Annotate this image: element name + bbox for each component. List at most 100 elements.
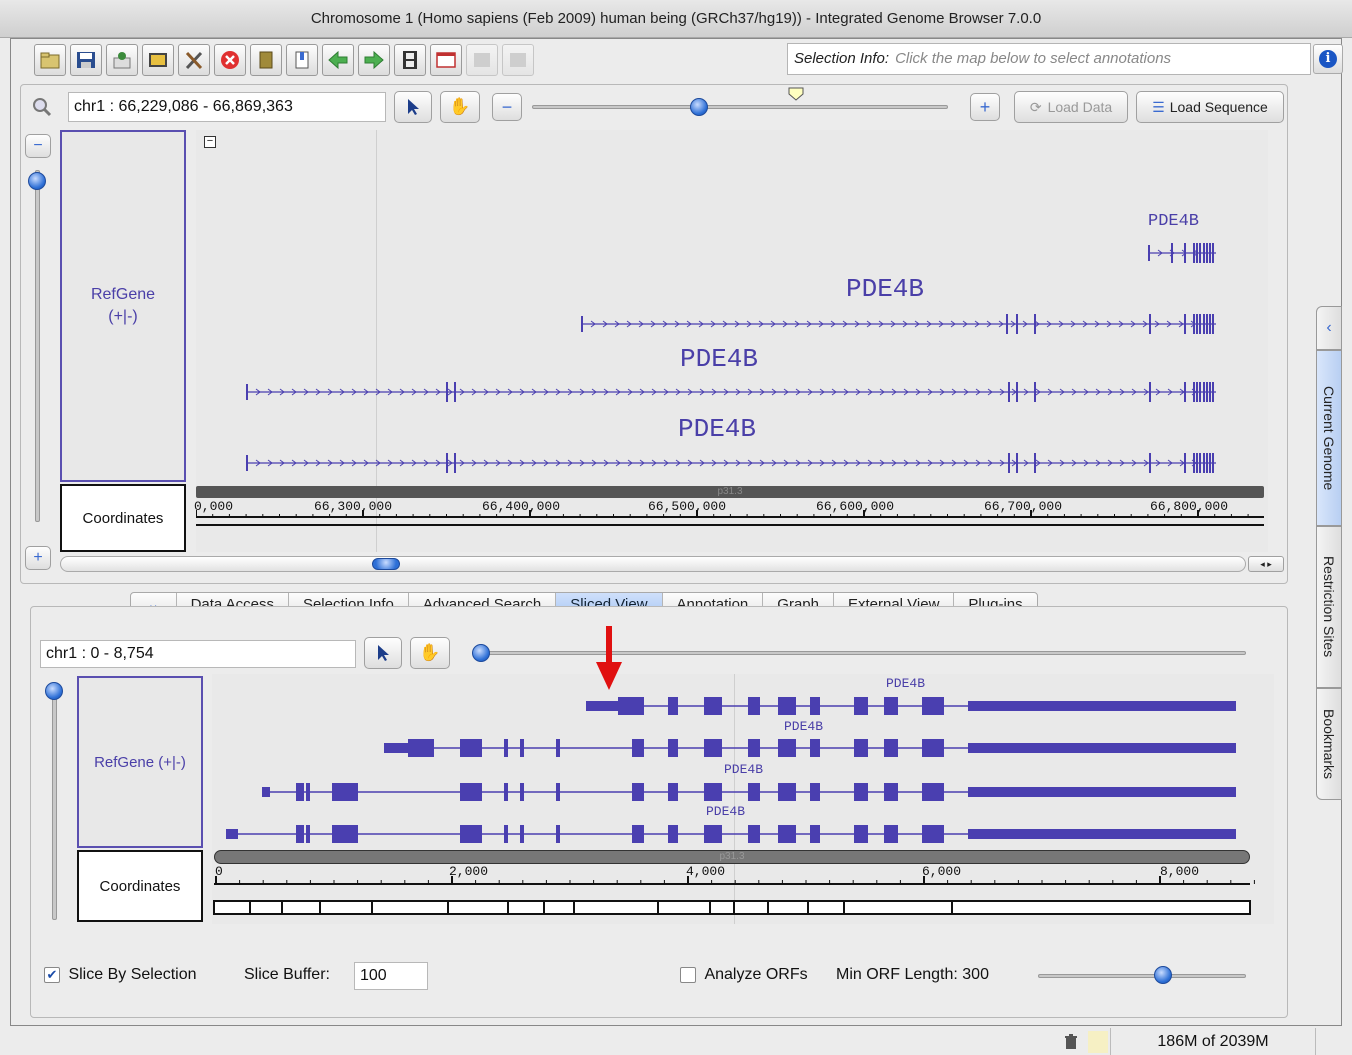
exon bbox=[1209, 243, 1211, 263]
load-data-label: Load Data bbox=[1047, 99, 1113, 115]
slice-by-selection-checkbox[interactable]: ✔ Slice By Selection bbox=[44, 966, 197, 984]
vertical-zoom-track[interactable] bbox=[35, 170, 40, 522]
sliced-vertical-zoom-knob[interactable] bbox=[45, 682, 63, 700]
exon bbox=[520, 783, 524, 801]
location-input[interactable]: chr1 : 66,229,086 - 66,869,363 bbox=[68, 92, 386, 122]
selection-info-label: Selection Info: bbox=[794, 50, 890, 67]
search-icon[interactable] bbox=[26, 92, 58, 122]
tick-label: 66,300,000 bbox=[314, 499, 393, 514]
tools-icon[interactable] bbox=[178, 44, 210, 76]
zoom-slider-track[interactable] bbox=[532, 105, 948, 109]
gene-label[interactable]: PDE4B bbox=[724, 762, 763, 777]
load-data-button[interactable]: ⟳ Load Data bbox=[1014, 91, 1128, 123]
stop-icon[interactable] bbox=[214, 44, 246, 76]
side-tab-current-genome[interactable]: Current Genome bbox=[1316, 350, 1342, 526]
horizontal-scrollbar[interactable] bbox=[60, 556, 1246, 572]
image-icon[interactable] bbox=[142, 44, 174, 76]
save-icon[interactable] bbox=[70, 44, 102, 76]
exon bbox=[460, 783, 482, 801]
exon bbox=[1212, 243, 1214, 263]
info-button[interactable]: i bbox=[1313, 44, 1343, 74]
exon bbox=[1203, 243, 1205, 263]
pan-tool-button[interactable]: ✋ bbox=[440, 91, 480, 123]
exon bbox=[1206, 382, 1208, 402]
zoom-out-button[interactable]: − bbox=[492, 93, 522, 121]
gene-label[interactable]: PDE4B bbox=[886, 676, 925, 691]
window-icon[interactable] bbox=[430, 44, 462, 76]
movie-icon[interactable] bbox=[394, 44, 426, 76]
bookmark-edit-icon[interactable] bbox=[286, 44, 318, 76]
vertical-zoom-out-button[interactable]: − bbox=[25, 134, 51, 158]
genome-view[interactable]: − PDE4B PDE4B PDE4B PDE4B p31.3 0,000 66… bbox=[194, 130, 1268, 552]
exon bbox=[296, 783, 304, 801]
disabled-icon[interactable] bbox=[502, 44, 534, 76]
exon bbox=[1016, 314, 1018, 334]
memory-status: 186M of 2039M bbox=[1110, 1028, 1316, 1055]
sliced-zoom-track[interactable] bbox=[472, 651, 1246, 655]
back-icon[interactable] bbox=[322, 44, 354, 76]
sliced-zoom-knob[interactable] bbox=[472, 644, 490, 662]
side-tab-bookmarks[interactable]: Bookmarks bbox=[1316, 688, 1342, 800]
gene-label[interactable]: PDE4B bbox=[784, 719, 823, 734]
exon bbox=[1184, 243, 1186, 263]
exon bbox=[454, 382, 456, 402]
trash-icon[interactable] bbox=[1058, 1031, 1084, 1053]
exon bbox=[854, 783, 868, 801]
orf-slider-track[interactable] bbox=[1038, 974, 1246, 978]
gene-label[interactable]: PDE4B bbox=[846, 274, 924, 304]
tick-label: 66,500,000 bbox=[648, 499, 727, 514]
exon bbox=[810, 697, 820, 715]
sliced-vertical-zoom-track[interactable] bbox=[52, 690, 57, 920]
exon bbox=[748, 825, 760, 843]
gene-label[interactable]: PDE4B bbox=[680, 344, 758, 374]
exon bbox=[884, 697, 898, 715]
exon bbox=[1212, 453, 1214, 473]
hand-icon: ✋ bbox=[419, 643, 441, 662]
open-file-icon[interactable] bbox=[34, 44, 66, 76]
sliced-pan-tool-button[interactable]: ✋ bbox=[410, 637, 450, 669]
side-collapse-chevron-icon[interactable]: ‹ bbox=[1316, 306, 1342, 350]
slice-buffer-input[interactable]: 100 bbox=[354, 962, 428, 990]
side-tab-label: Bookmarks bbox=[1321, 708, 1337, 780]
checkbox-unchecked-icon bbox=[680, 966, 696, 983]
vertical-zoom-in-button[interactable]: + bbox=[25, 546, 51, 570]
select-tool-button[interactable] bbox=[394, 91, 432, 123]
vertical-zoom-knob[interactable] bbox=[28, 172, 46, 190]
sliced-genome-view[interactable]: PDE4B PDE4B PDE4B PDE4B p31.3 0 2,000 4,… bbox=[212, 674, 1274, 924]
orf-slider-knob[interactable] bbox=[1154, 966, 1172, 984]
upload-icon[interactable] bbox=[466, 44, 498, 76]
minus-icon: − bbox=[501, 96, 513, 117]
exon bbox=[1203, 382, 1205, 402]
exon bbox=[1206, 453, 1208, 473]
ruler-baseline bbox=[196, 524, 1264, 526]
sliced-location-input[interactable]: chr1 : 0 - 8,754 bbox=[40, 640, 356, 668]
exon bbox=[632, 825, 644, 843]
side-tab-label: Current Genome bbox=[1321, 385, 1337, 491]
gene-label[interactable]: PDE4B bbox=[706, 804, 745, 819]
sliced-refgene-track-name[interactable]: RefGene (+|-) bbox=[77, 676, 203, 848]
exon bbox=[520, 825, 524, 843]
exon bbox=[884, 783, 898, 801]
sliced-select-tool-button[interactable] bbox=[364, 637, 402, 669]
tick-label: 6,000 bbox=[922, 864, 962, 879]
scrollbar-thumb[interactable] bbox=[372, 558, 400, 570]
analyze-orfs-checkbox[interactable]: Analyze ORFs bbox=[680, 966, 808, 984]
load-sequence-button[interactable]: ☰ Load Sequence bbox=[1136, 91, 1284, 123]
side-tab-restriction-sites[interactable]: Restriction Sites bbox=[1316, 526, 1342, 688]
forward-icon[interactable] bbox=[358, 44, 390, 76]
exon bbox=[668, 783, 678, 801]
gene-label[interactable]: PDE4B bbox=[678, 414, 756, 444]
zoom-slider-knob[interactable] bbox=[690, 98, 708, 116]
refgene-track-name[interactable]: RefGene (+|-) bbox=[60, 130, 186, 482]
load-icon[interactable] bbox=[106, 44, 138, 76]
gene-label[interactable]: PDE4B bbox=[1148, 212, 1199, 231]
exon bbox=[810, 739, 820, 757]
scroll-arrows[interactable]: ◂ ▸ bbox=[1248, 556, 1284, 572]
bookmark-icon[interactable] bbox=[250, 44, 282, 76]
exon bbox=[884, 825, 898, 843]
exon bbox=[778, 783, 796, 801]
zoom-in-button[interactable]: + bbox=[970, 93, 1000, 121]
exon bbox=[520, 739, 524, 757]
exon bbox=[1193, 382, 1195, 402]
exon bbox=[704, 739, 722, 757]
